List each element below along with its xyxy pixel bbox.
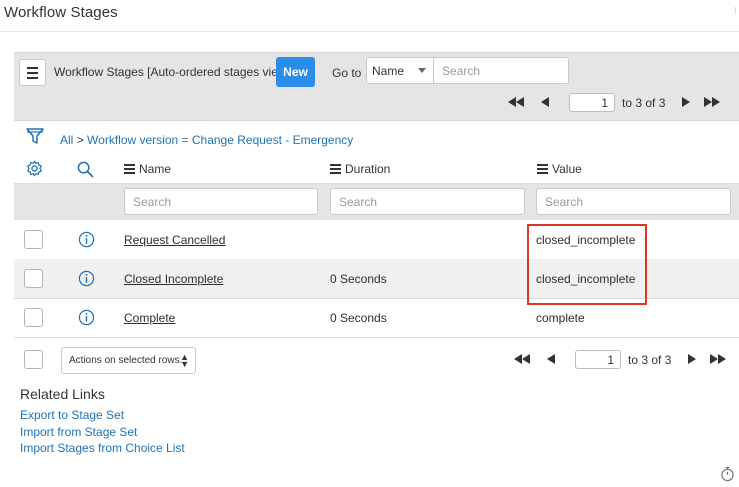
column-header-duration-label: Duration bbox=[345, 162, 391, 176]
first-page-icon bbox=[514, 354, 530, 364]
last-page-button[interactable] bbox=[710, 354, 726, 364]
row-value: complete bbox=[536, 311, 585, 325]
filter-icon[interactable] bbox=[26, 127, 44, 150]
row-name-link[interactable]: Closed Incomplete bbox=[124, 272, 223, 286]
last-page-icon bbox=[710, 354, 726, 364]
column-menu-icon bbox=[537, 164, 548, 174]
first-page-icon bbox=[508, 97, 524, 107]
list-menu-button[interactable] bbox=[19, 59, 46, 86]
related-links-title: Related Links bbox=[20, 386, 105, 402]
last-page-button[interactable] bbox=[704, 97, 720, 107]
chevron-down-icon bbox=[418, 68, 426, 73]
column-search-row: Search Search Search bbox=[14, 184, 739, 220]
row-name-link[interactable]: Complete bbox=[124, 311, 175, 325]
actions-select-value: Actions on selected rows... bbox=[69, 355, 188, 366]
goto-search-input[interactable]: Search bbox=[434, 57, 569, 84]
breadcrumb-separator: > bbox=[76, 133, 84, 147]
info-icon[interactable] bbox=[78, 270, 95, 292]
info-icon[interactable] bbox=[78, 231, 95, 253]
value-search-input[interactable]: Search bbox=[536, 188, 731, 215]
list-title: Workflow Stages [Auto-ordered stages vie… bbox=[54, 65, 290, 79]
goto-label: Go to bbox=[332, 66, 362, 80]
row-checkbox[interactable] bbox=[24, 308, 43, 327]
page-range-text: to 3 of 3 bbox=[622, 96, 666, 110]
first-page-button[interactable] bbox=[514, 354, 530, 364]
column-menu-icon bbox=[124, 164, 135, 174]
row-name-link[interactable]: Request Cancelled bbox=[124, 233, 225, 247]
next-page-icon bbox=[682, 97, 690, 107]
column-header-name[interactable]: Name bbox=[124, 162, 171, 176]
next-page-button[interactable] bbox=[688, 354, 696, 364]
more-icon[interactable]: ⁝ bbox=[734, 6, 737, 17]
actions-select[interactable]: Actions on selected rows... ▲ ▼ bbox=[61, 347, 196, 374]
row-checkbox[interactable] bbox=[24, 269, 43, 288]
breadcrumb-filter-link[interactable]: Workflow version = Change Request - Emer… bbox=[87, 133, 353, 147]
new-button[interactable]: New bbox=[276, 57, 315, 87]
timer-icon[interactable] bbox=[720, 466, 735, 487]
row-checkbox[interactable] bbox=[24, 230, 43, 249]
row-duration: 0 Seconds bbox=[330, 311, 387, 325]
import-stages-from-choice-list-link[interactable]: Import Stages from Choice List bbox=[20, 441, 185, 455]
first-page-button[interactable] bbox=[508, 97, 524, 107]
info-icon[interactable] bbox=[78, 309, 95, 331]
goto-field-select[interactable]: Name bbox=[366, 57, 434, 84]
column-header-duration[interactable]: Duration bbox=[330, 162, 390, 176]
updown-icon: ▲ ▼ bbox=[180, 352, 189, 369]
hamburger-icon bbox=[27, 66, 38, 69]
breadcrumb-all-link[interactable]: All bbox=[60, 133, 73, 147]
next-page-button[interactable] bbox=[682, 97, 690, 107]
name-search-input[interactable]: Search bbox=[124, 188, 318, 215]
prev-page-button[interactable] bbox=[547, 354, 555, 364]
column-header-value-label: Value bbox=[552, 162, 582, 176]
goto-field-value: Name bbox=[372, 64, 405, 78]
column-header-name-label: Name bbox=[139, 162, 172, 176]
list-toolbar: Workflow Stages [Auto-ordered stages vie… bbox=[14, 52, 739, 121]
duration-search-input[interactable]: Search bbox=[330, 188, 525, 215]
prev-page-icon bbox=[547, 354, 555, 364]
prev-page-icon bbox=[541, 97, 549, 107]
highlight-box bbox=[527, 224, 647, 305]
page-title: Workflow Stages bbox=[4, 4, 118, 21]
export-to-stage-set-link[interactable]: Export to Stage Set bbox=[20, 408, 124, 422]
gear-icon[interactable] bbox=[26, 160, 43, 182]
last-page-icon bbox=[704, 97, 720, 107]
breadcrumb: All > Workflow version = Change Request … bbox=[60, 133, 353, 147]
next-page-icon bbox=[688, 354, 696, 364]
prev-page-button[interactable] bbox=[541, 97, 549, 107]
column-menu-icon bbox=[330, 164, 341, 174]
import-from-stage-set-link[interactable]: Import from Stage Set bbox=[20, 425, 137, 439]
page-range-text: to 3 of 3 bbox=[628, 353, 672, 367]
search-icon[interactable] bbox=[77, 161, 94, 183]
title-divider bbox=[0, 31, 739, 32]
column-header-value[interactable]: Value bbox=[537, 162, 582, 176]
page-number-input[interactable]: 1 bbox=[575, 350, 621, 369]
select-all-checkbox[interactable] bbox=[24, 350, 43, 369]
row-duration: 0 Seconds bbox=[330, 272, 387, 286]
page-number-input[interactable]: 1 bbox=[569, 93, 615, 112]
